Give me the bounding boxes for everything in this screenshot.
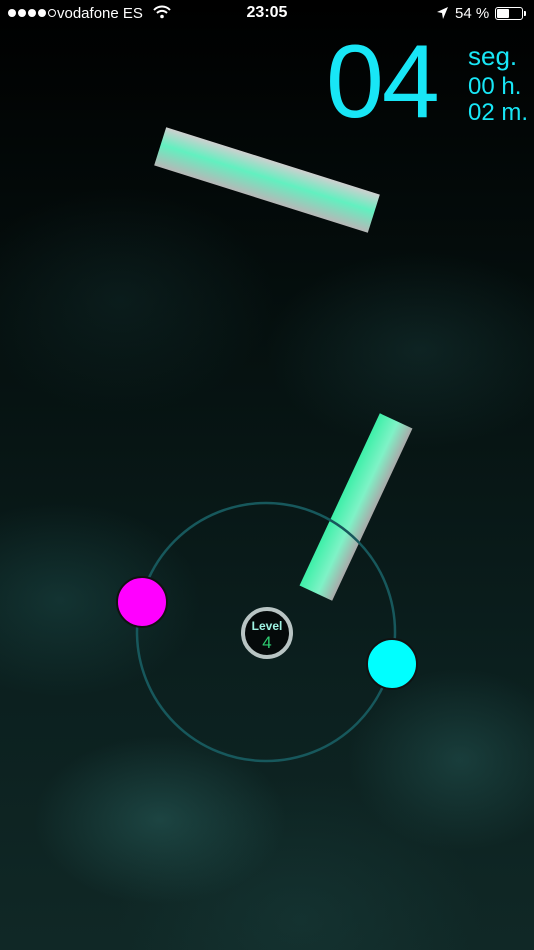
player-dot-magenta[interactable] — [116, 576, 168, 628]
level-number: 4 — [262, 633, 271, 652]
obstacle-bar-middle — [299, 413, 413, 601]
obstacle-bar-top — [154, 127, 380, 233]
game-field[interactable]: Level 4 — [0, 0, 534, 950]
player-dot-cyan[interactable] — [366, 638, 418, 690]
level-badge: Level 4 — [241, 607, 293, 659]
level-label: Level — [252, 619, 283, 633]
